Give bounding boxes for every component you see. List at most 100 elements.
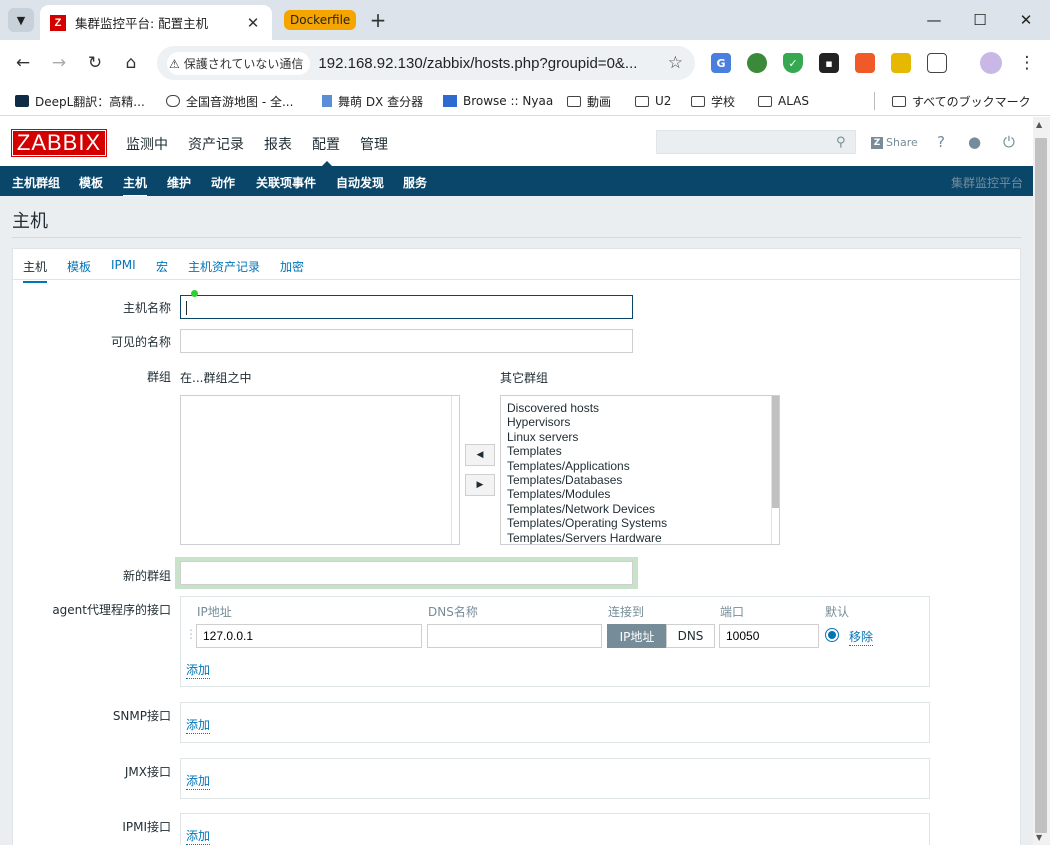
default-interface-radio[interactable]	[825, 628, 839, 642]
back-button[interactable]: ←	[10, 50, 36, 76]
top-menu-reports[interactable]: 报表	[264, 134, 292, 154]
dark-extension-icon[interactable]: ▪	[819, 53, 839, 73]
tab-encryption[interactable]: 加密	[280, 258, 304, 275]
move-right-button[interactable]: ▶	[465, 474, 495, 496]
agent-port-input[interactable]	[719, 624, 819, 648]
tab-ipmi[interactable]: IPMI	[111, 258, 136, 272]
new-group-input[interactable]	[180, 561, 633, 585]
list-item[interactable]: Templates/Applications	[507, 459, 667, 473]
security-chip[interactable]: ⚠ 保護されていない通信	[167, 51, 311, 75]
all-bookmarks-folder[interactable]: すべてのブックマーク	[892, 92, 1031, 110]
bookmark-item[interactable]: Browse :: Nyaa	[443, 92, 553, 110]
bookmark-item[interactable]: DeepL翻訳：高精...	[15, 92, 145, 110]
list-item[interactable]: Templates	[507, 444, 667, 458]
search-icon[interactable]: ⚲	[836, 135, 846, 150]
bookmark-folder[interactable]: 学校	[691, 92, 735, 110]
global-search-input[interactable]	[656, 130, 856, 154]
help-icon[interactable]: ?	[937, 133, 945, 151]
address-bar[interactable]: ⚠ 保護されていない通信 192.168.92.130/zabbix/hosts.…	[157, 46, 695, 80]
url-text[interactable]: 192.168.92.130/zabbix/hosts.php?groupid=…	[318, 55, 667, 72]
other-groups-listbox[interactable]: Discovered hosts Hypervisors Linux serve…	[500, 395, 780, 545]
connect-ip-toggle[interactable]: IP地址	[607, 624, 667, 648]
scroll-down-arrow-icon[interactable]: ▼	[1036, 833, 1042, 842]
bookmark-folder[interactable]: U2	[635, 92, 671, 110]
sub-menu-actions[interactable]: 动作	[211, 174, 235, 191]
tab-macros[interactable]: 宏	[156, 258, 168, 275]
top-menu-inventory[interactable]: 资产记录	[188, 134, 244, 154]
top-menu-monitoring[interactable]: 监测中	[126, 134, 168, 154]
visible-name-input[interactable]	[180, 329, 633, 353]
close-window-button[interactable]: ✕	[1006, 8, 1046, 32]
profile-avatar[interactable]	[980, 52, 1002, 74]
move-left-button[interactable]: ◀	[465, 444, 495, 466]
folder-icon	[635, 95, 649, 107]
cat-extension-icon[interactable]	[891, 53, 911, 73]
reload-button[interactable]: ↻	[82, 50, 108, 76]
snmp-interface-box	[180, 702, 930, 743]
connect-dns-toggle[interactable]: DNS	[666, 624, 715, 648]
sub-menu-hosts[interactable]: 主机	[123, 174, 148, 198]
bookmark-star-icon[interactable]: ☆	[668, 53, 683, 73]
list-item[interactable]: Templates/Databases	[507, 473, 667, 487]
scroll-up-arrow-icon[interactable]: ▲	[1036, 120, 1042, 129]
top-menu-configuration[interactable]: 配置	[312, 134, 340, 169]
in-groups-listbox[interactable]	[180, 395, 460, 545]
forward-button[interactable]: →	[46, 50, 72, 76]
listbox-scrollbar[interactable]	[771, 396, 779, 544]
form-tabs: 主机 模板 IPMI 宏 主机资产记录 加密	[13, 249, 1020, 283]
add-ipmi-interface-link[interactable]: 添加	[186, 827, 211, 845]
new-tab-button[interactable]: +	[366, 8, 390, 32]
browser-tabstrip: ▼ Z 集群监控平台: 配置主机 ✕ Dockerfile + — ☐ ✕	[0, 0, 1050, 40]
orange-extension-icon[interactable]	[855, 53, 875, 73]
list-item[interactable]: Discovered hosts	[507, 401, 667, 415]
add-jmx-interface-link[interactable]: 添加	[186, 772, 211, 790]
sign-out-icon[interactable]: ⏻	[1003, 133, 1015, 151]
add-snmp-interface-link[interactable]: 添加	[186, 716, 211, 734]
tab-close-icon[interactable]: ✕	[244, 14, 262, 32]
browser-menu-icon[interactable]: ⋮	[1014, 50, 1040, 76]
user-profile-icon[interactable]: ●	[968, 133, 981, 151]
host-name-input[interactable]	[180, 295, 633, 319]
sub-menu-maintenance[interactable]: 维护	[167, 174, 191, 191]
bookmark-folder[interactable]: ALAS	[758, 92, 809, 110]
maximize-button[interactable]: ☐	[960, 8, 1000, 32]
zabbix-logo[interactable]: ZABBIX	[11, 129, 107, 157]
home-button[interactable]: ⌂	[118, 50, 144, 76]
remove-interface-link[interactable]: 移除	[849, 628, 874, 646]
translate-extension-icon[interactable]: G	[711, 53, 731, 73]
bookmark-item[interactable]: 舞萌 DX 查分器	[322, 92, 423, 110]
list-item[interactable]: Hypervisors	[507, 415, 667, 429]
agent-ip-input[interactable]	[196, 624, 422, 648]
page-scroll-thumb[interactable]	[1035, 138, 1047, 833]
list-item[interactable]: Templates/Network Devices	[507, 502, 667, 516]
tab-group-chip[interactable]: Dockerfile	[284, 10, 357, 30]
browser-tab-active[interactable]: Z 集群监控平台: 配置主机 ✕	[40, 5, 272, 40]
listbox-scroll-thumb[interactable]	[772, 396, 779, 508]
top-menu-administration[interactable]: 管理	[360, 134, 388, 154]
tab-templates[interactable]: 模板	[67, 258, 91, 275]
sub-menu-discovery[interactable]: 自动发现	[336, 174, 384, 191]
list-item[interactable]: Templates/Servers Hardware	[507, 531, 667, 544]
minimize-button[interactable]: —	[914, 8, 954, 32]
shield-extension-icon[interactable]: ✓	[783, 53, 803, 73]
listbox-scrollbar[interactable]	[451, 396, 459, 544]
other-groups-list: Discovered hosts Hypervisors Linux serve…	[507, 401, 667, 544]
list-item[interactable]: Linux servers	[507, 430, 667, 444]
sub-menu-templates[interactable]: 模板	[79, 174, 103, 191]
other-groups-label: 其它群组	[500, 371, 549, 385]
tab-inventory[interactable]: 主机资产记录	[188, 258, 260, 275]
bookmark-folder[interactable]: 動画	[567, 92, 611, 110]
add-agent-interface-link[interactable]: 添加	[186, 661, 211, 679]
tab-host[interactable]: 主机	[23, 258, 48, 283]
sub-menu-services[interactable]: 服务	[403, 174, 427, 191]
share-button[interactable]: Z Share	[871, 136, 918, 149]
globe-extension-icon[interactable]	[747, 53, 767, 73]
agent-dns-input[interactable]	[427, 624, 602, 648]
tab-search-button[interactable]: ▼	[8, 8, 34, 32]
bookmark-item[interactable]: 全国音游地图 - 全...	[166, 92, 293, 110]
list-item[interactable]: Templates/Operating Systems	[507, 516, 667, 530]
sub-menu-event-correlation[interactable]: 关联项事件	[256, 174, 316, 191]
list-item[interactable]: Templates/Modules	[507, 487, 667, 501]
extensions-puzzle-icon[interactable]	[927, 53, 947, 73]
sub-menu-host-groups[interactable]: 主机群组	[12, 174, 60, 191]
